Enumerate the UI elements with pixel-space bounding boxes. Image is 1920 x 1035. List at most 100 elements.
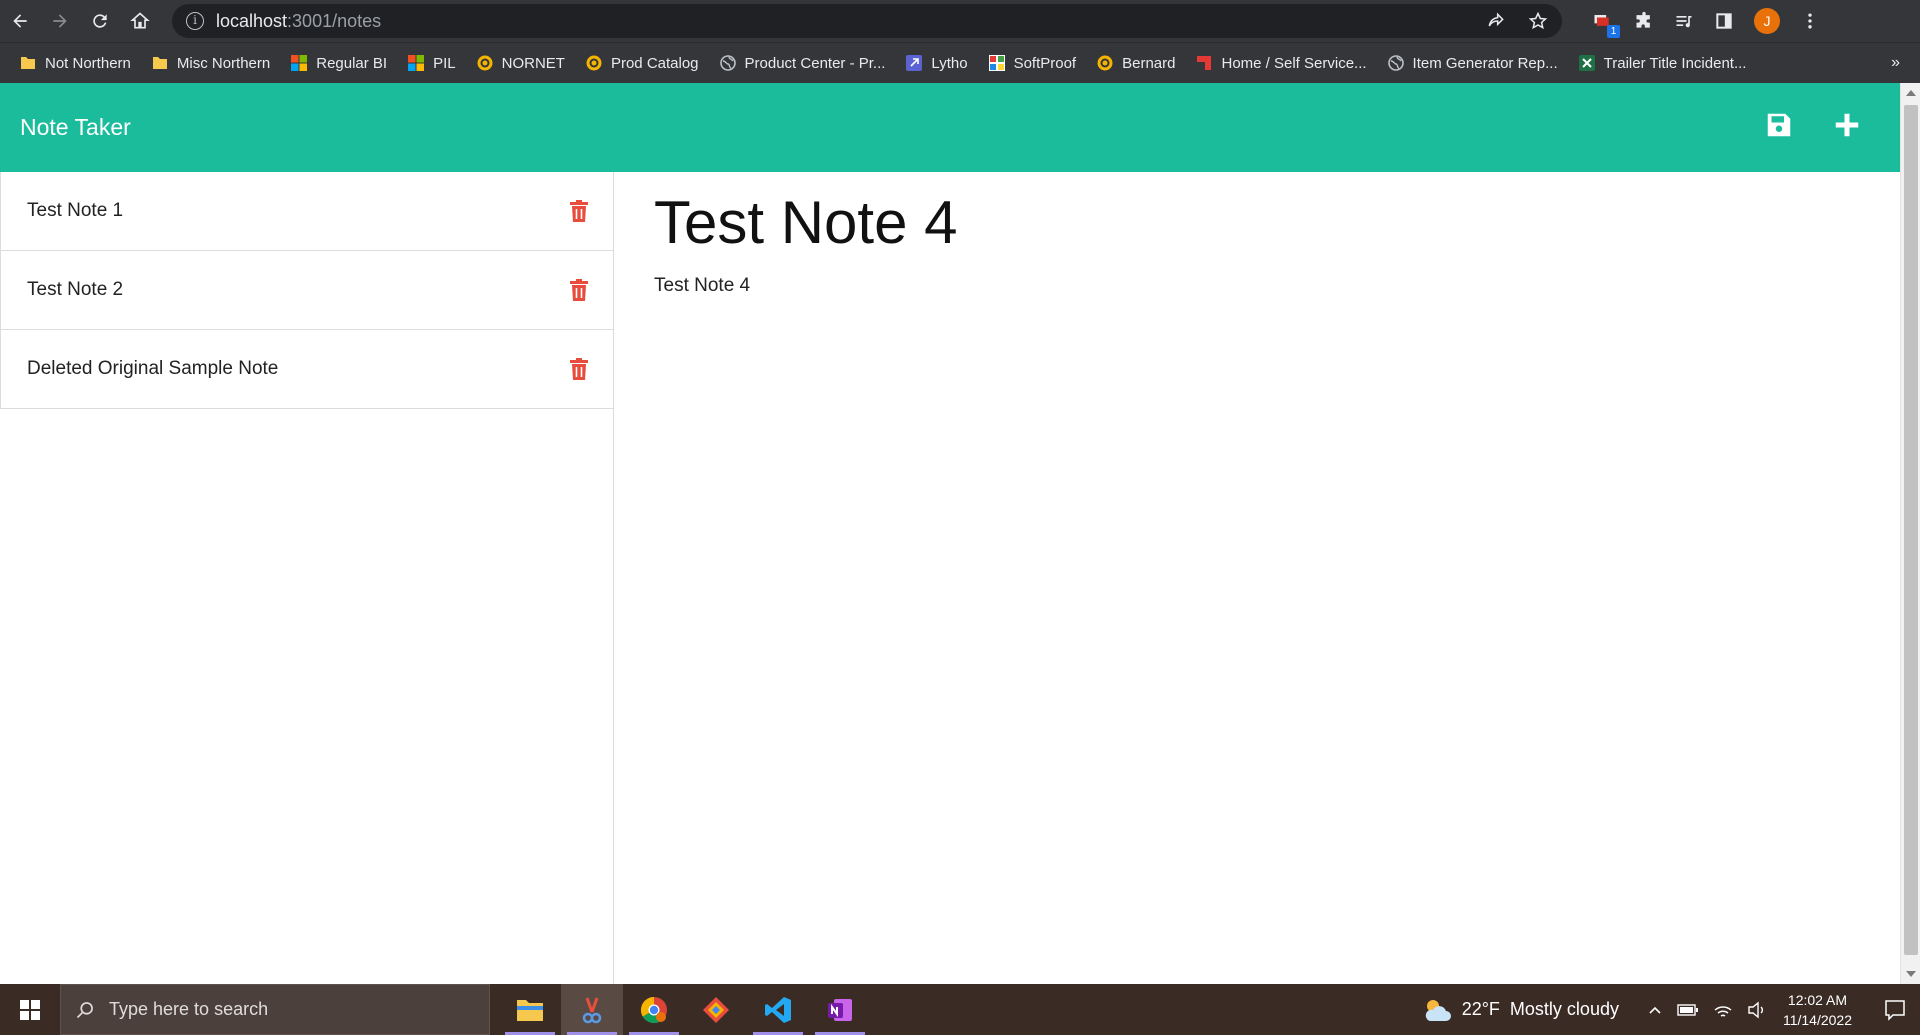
bookmark-label: SoftProof xyxy=(1013,54,1077,72)
bookmark-item-generator[interactable]: Item Generator Rep... xyxy=(1387,54,1558,72)
save-icon xyxy=(1767,113,1791,137)
bookmark-not-northern[interactable]: Not Northern xyxy=(20,55,131,72)
file-explorer-icon xyxy=(517,999,543,1021)
note-text-area[interactable]: Test Note 4 xyxy=(654,275,1894,297)
back-button[interactable] xyxy=(0,1,40,41)
microsoft-logo-icon xyxy=(291,55,308,71)
browser-toolbar: i localhost :3001/notes 1 J xyxy=(0,0,1920,42)
note-title: Deleted Original Sample Note xyxy=(27,358,279,379)
trash-icon[interactable] xyxy=(569,279,589,301)
taskbar-file-explorer[interactable] xyxy=(499,984,561,1035)
trash-icon[interactable] xyxy=(569,200,589,222)
notification-center-button[interactable] xyxy=(1870,999,1920,1021)
taskbar-onenote[interactable] xyxy=(809,984,871,1035)
reload-icon xyxy=(93,14,107,28)
trash-icon[interactable] xyxy=(569,358,589,380)
list-item-note[interactable]: Test Note 1 xyxy=(0,172,613,251)
bookmark-label: Bernard xyxy=(1122,54,1176,72)
battery-icon[interactable] xyxy=(1677,1003,1699,1017)
bookmark-label: Not Northern xyxy=(45,54,131,72)
windows-logo-icon xyxy=(20,999,40,1020)
scroll-down-arrow-icon[interactable] xyxy=(1906,971,1916,977)
taskbar-snipping-tool[interactable] xyxy=(561,984,623,1035)
globe-icon xyxy=(1387,55,1404,71)
reload-button[interactable] xyxy=(80,1,120,41)
wifi-icon[interactable] xyxy=(1713,1001,1733,1019)
system-clock[interactable]: 12:02 AM 11/14/2022 xyxy=(1783,990,1852,1030)
new-note-button[interactable] xyxy=(1832,110,1862,145)
weather-description: Mostly cloudy xyxy=(1509,999,1619,1019)
bookmark-bernard[interactable]: Bernard xyxy=(1097,55,1175,72)
onenote-icon xyxy=(828,998,852,1021)
forward-button[interactable] xyxy=(40,1,80,41)
bookmark-label: Regular BI xyxy=(316,54,388,72)
scroll-up-arrow-icon[interactable] xyxy=(1906,90,1916,96)
bookmark-prod-catalog[interactable]: Prod Catalog xyxy=(586,55,699,72)
site-info-icon[interactable]: i xyxy=(186,12,204,30)
bookmark-softproof[interactable]: SoftProof xyxy=(988,54,1077,72)
extension-icon[interactable]: 1 xyxy=(1592,10,1620,38)
search-placeholder: Type here to search xyxy=(109,999,269,1019)
star-icon[interactable] xyxy=(1528,11,1548,31)
note-title-input[interactable]: Test Note 4 xyxy=(654,188,1894,257)
bookmark-label: PIL xyxy=(433,54,456,72)
puzzle-icon[interactable] xyxy=(1634,11,1654,31)
bookmark-label: Prod Catalog xyxy=(610,54,699,72)
softproof-icon xyxy=(988,55,1005,71)
bookmark-regular-bi[interactable]: Regular BI xyxy=(291,55,387,72)
profile-avatar[interactable]: J xyxy=(1754,8,1780,34)
weather-widget[interactable]: 22°F Mostly cloudy xyxy=(1422,997,1619,1023)
taskbar-git-client[interactable] xyxy=(685,984,747,1035)
media-queue-icon[interactable] xyxy=(1674,11,1694,31)
start-button[interactable] xyxy=(0,984,60,1035)
taskbar-search-input[interactable]: Type here to search xyxy=(60,984,490,1035)
bookmark-label: Home / Self Service... xyxy=(1221,54,1367,72)
app-navbar: Note Taker xyxy=(0,83,1900,172)
microsoft-logo-icon xyxy=(408,55,425,71)
bookmark-home-self-service[interactable]: Home / Self Service... xyxy=(1196,54,1367,72)
bookmark-label: Item Generator Rep... xyxy=(1412,54,1558,72)
list-item-note[interactable]: Test Note 2 xyxy=(0,251,613,330)
bookmark-nornet[interactable]: NORNET xyxy=(477,55,565,72)
bookmark-label: Product Center - Pr... xyxy=(744,54,886,72)
chrome-icon xyxy=(640,996,667,1023)
taskbar-vscode[interactable] xyxy=(747,984,809,1035)
bookmark-label: Trailer Title Incident... xyxy=(1603,54,1747,72)
speaker-icon[interactable] xyxy=(1747,1001,1767,1019)
site-globe-icon xyxy=(586,55,602,71)
bookmarks-overflow-button[interactable]: » xyxy=(1891,54,1900,72)
bookmark-label: Misc Northern xyxy=(176,54,271,72)
site-globe-icon xyxy=(1097,55,1113,71)
arrow-right-icon xyxy=(53,14,67,28)
home-icon xyxy=(130,12,150,29)
search-icon xyxy=(76,1001,93,1018)
address-bar[interactable]: i localhost :3001/notes xyxy=(172,4,1562,38)
bookmark-misc-northern[interactable]: Misc Northern xyxy=(152,55,270,72)
note-title: Test Note 2 xyxy=(27,279,124,300)
taskbar-chrome[interactable] xyxy=(623,984,685,1035)
bookmark-product-center[interactable]: Product Center - Pr... xyxy=(719,54,886,72)
folder-icon xyxy=(152,57,167,69)
globe-icon xyxy=(719,55,736,71)
site-globe-icon xyxy=(477,55,493,71)
bookmark-pil[interactable]: PIL xyxy=(408,55,456,72)
share-icon[interactable] xyxy=(1486,11,1506,31)
notification-icon xyxy=(1885,999,1905,1021)
bookmark-lytho[interactable]: Lytho xyxy=(906,55,968,72)
weather-temperature: 22°F xyxy=(1461,999,1500,1019)
bookmark-label: NORNET xyxy=(501,54,565,72)
app-title[interactable]: Note Taker xyxy=(20,114,131,141)
save-note-button[interactable] xyxy=(1764,110,1794,145)
home-button[interactable] xyxy=(120,1,160,41)
page-scrollbar[interactable] xyxy=(1900,83,1920,984)
url-host: localhost xyxy=(216,10,288,31)
scrollbar-thumb[interactable] xyxy=(1904,105,1918,955)
side-panel-icon[interactable] xyxy=(1714,11,1734,31)
chevron-up-icon[interactable] xyxy=(1647,1002,1663,1018)
list-item-note[interactable]: Deleted Original Sample Note xyxy=(0,330,613,409)
bookmark-trailer-title[interactable]: Trailer Title Incident... xyxy=(1578,54,1747,72)
note-title: Test Note 1 xyxy=(27,200,124,221)
kebab-menu-icon[interactable] xyxy=(1800,11,1820,31)
notes-list: Test Note 1 Test Note 2 Deleted Original… xyxy=(0,172,614,984)
folder-icon xyxy=(21,57,35,69)
